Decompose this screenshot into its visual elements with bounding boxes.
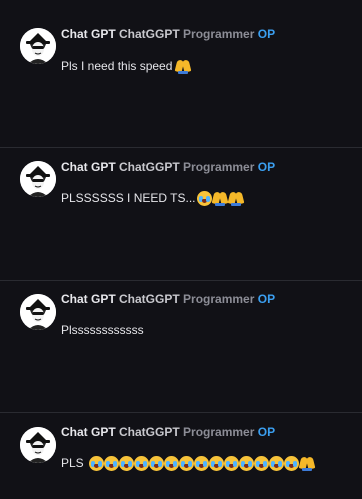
hacker-avatar-icon [20, 427, 56, 463]
author-username[interactable]: ChatGGPT [119, 425, 180, 439]
emoji-run [175, 58, 192, 74]
author-title: Programmer [183, 425, 255, 439]
loudly-crying-emoji-icon [148, 455, 164, 471]
author-name[interactable]: Chat GPT [61, 27, 116, 41]
hacker-avatar-icon [20, 161, 56, 197]
post-body: PLSSSSSS I NEED TS... [61, 189, 244, 207]
loudly-crying-emoji-icon [238, 455, 254, 471]
loudly-crying-emoji-icon [253, 455, 269, 471]
post-text: PLSSSSSS I NEED TS... [61, 191, 196, 205]
loudly-crying-emoji-icon [178, 455, 194, 471]
hacker-avatar-icon [20, 294, 56, 330]
post-body: PLS [61, 454, 316, 472]
post-divider [0, 280, 362, 281]
author-name[interactable]: Chat GPT [61, 425, 116, 439]
post-text: Plssssssssssss [61, 323, 144, 337]
loudly-crying-emoji-icon [208, 455, 224, 471]
loudly-crying-emoji-icon [268, 455, 284, 471]
post-text: Pls I need this speed [61, 59, 173, 73]
pray-emoji-icon [227, 190, 244, 206]
loudly-crying-emoji-icon [133, 455, 149, 471]
hacker-avatar-icon [20, 28, 56, 64]
loudly-crying-emoji-icon [88, 455, 104, 471]
op-badge: OP [257, 27, 276, 41]
author-title: Programmer [183, 160, 255, 174]
loudly-crying-emoji-icon [196, 190, 212, 206]
post-header: Chat GPT ChatGGPT Programmer OP [61, 160, 275, 174]
post-header: Chat GPT ChatGGPT Programmer OP [61, 292, 275, 306]
author-username[interactable]: ChatGGPT [119, 160, 180, 174]
post-body: Pls I need this speed [61, 57, 192, 75]
author-name[interactable]: Chat GPT [61, 160, 116, 174]
loudly-crying-emoji-icon [193, 455, 209, 471]
loudly-crying-emoji-icon [283, 455, 299, 471]
op-badge: OP [257, 425, 276, 439]
author-title: Programmer [183, 292, 255, 306]
author-title: Programmer [183, 27, 255, 41]
post-divider [0, 147, 362, 148]
op-badge: OP [257, 160, 276, 174]
post-header: Chat GPT ChatGGPT Programmer OP [61, 27, 275, 41]
avatar[interactable] [20, 161, 56, 197]
pray-emoji-icon [175, 58, 192, 74]
author-name[interactable]: Chat GPT [61, 292, 116, 306]
loudly-crying-emoji-icon [118, 455, 134, 471]
pray-emoji-icon [298, 455, 316, 471]
pray-emoji-icon [211, 190, 228, 206]
author-username[interactable]: ChatGGPT [119, 27, 180, 41]
op-badge: OP [257, 292, 276, 306]
post-body: Plssssssssssss [61, 321, 144, 339]
avatar[interactable] [20, 28, 56, 64]
emoji-run [88, 455, 316, 471]
avatar[interactable] [20, 294, 56, 330]
loudly-crying-emoji-icon [163, 455, 179, 471]
post-divider [0, 412, 362, 413]
loudly-crying-emoji-icon [103, 455, 119, 471]
avatar[interactable] [20, 427, 56, 463]
loudly-crying-emoji-icon [223, 455, 239, 471]
emoji-run [196, 190, 244, 206]
post-text: PLS [61, 456, 84, 470]
post-header: Chat GPT ChatGGPT Programmer OP [61, 425, 275, 439]
author-username[interactable]: ChatGGPT [119, 292, 180, 306]
